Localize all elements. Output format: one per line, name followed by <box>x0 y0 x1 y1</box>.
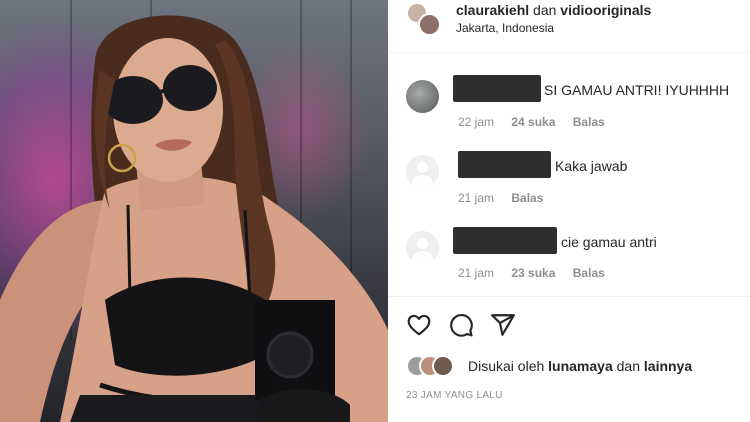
redacted-username <box>453 227 557 254</box>
comment-time[interactable]: 22 jam <box>458 115 494 129</box>
default-avatar-icon <box>412 175 433 188</box>
post-side-panel: claurakiehl dan vidiooriginals Jakarta, … <box>388 0 750 422</box>
comment-text: SI GAMAU ANTRI! IYUHHHH <box>544 82 730 98</box>
photo-figure <box>0 15 388 422</box>
reply-button[interactable]: Balas <box>511 191 543 205</box>
comment-text: cie gamau antri <box>561 234 657 250</box>
comment-text: Kaka jawab <box>555 158 628 174</box>
comment-time[interactable]: 21 jam <box>458 266 494 280</box>
avatar[interactable] <box>418 13 441 36</box>
avatar[interactable] <box>432 355 454 377</box>
post-timestamp[interactable]: 23 JAM YANG LALU <box>406 390 503 401</box>
liked-by-prefix: Disukai oleh <box>468 358 545 374</box>
author-username-link[interactable]: claurakiehl <box>456 2 529 18</box>
reply-button[interactable]: Balas <box>573 266 605 280</box>
authors-conjunction: dan <box>533 2 557 18</box>
avatar[interactable] <box>406 155 439 188</box>
heart-icon[interactable] <box>406 312 432 338</box>
redacted-username <box>458 151 551 178</box>
default-avatar-icon <box>417 238 428 249</box>
liked-by-user-link[interactable]: lunamaya <box>548 358 613 374</box>
avatar[interactable] <box>406 80 439 113</box>
comment-meta: 21 jam Balas <box>458 191 557 205</box>
send-icon[interactable] <box>490 312 516 338</box>
comment-time[interactable]: 21 jam <box>458 191 494 205</box>
reply-button[interactable]: Balas <box>573 115 605 129</box>
comment-icon[interactable] <box>448 312 474 338</box>
redacted-username <box>453 75 541 102</box>
default-avatar-icon <box>412 251 433 264</box>
author-username-link[interactable]: vidiooriginals <box>560 2 651 18</box>
post-header: claurakiehl dan vidiooriginals Jakarta, … <box>388 0 750 53</box>
liked-by-others-link[interactable]: lainnya <box>644 358 692 374</box>
post-photo[interactable] <box>0 0 388 422</box>
post-authors: claurakiehl dan vidiooriginals <box>456 2 651 18</box>
liked-by-text: Disukai oleh lunamaya dan lainnya <box>468 358 692 374</box>
liked-by-conjunction: dan <box>616 358 640 374</box>
comment-meta: 22 jam 24 suka Balas <box>458 115 619 129</box>
divider <box>388 296 750 297</box>
default-avatar-icon <box>417 162 428 173</box>
avatar[interactable] <box>406 231 439 264</box>
comment-likes[interactable]: 23 suka <box>511 266 555 280</box>
location-link[interactable]: Jakarta, Indonesia <box>456 21 554 35</box>
comment-meta: 21 jam 23 suka Balas <box>458 266 619 280</box>
comment-likes[interactable]: 24 suka <box>511 115 555 129</box>
